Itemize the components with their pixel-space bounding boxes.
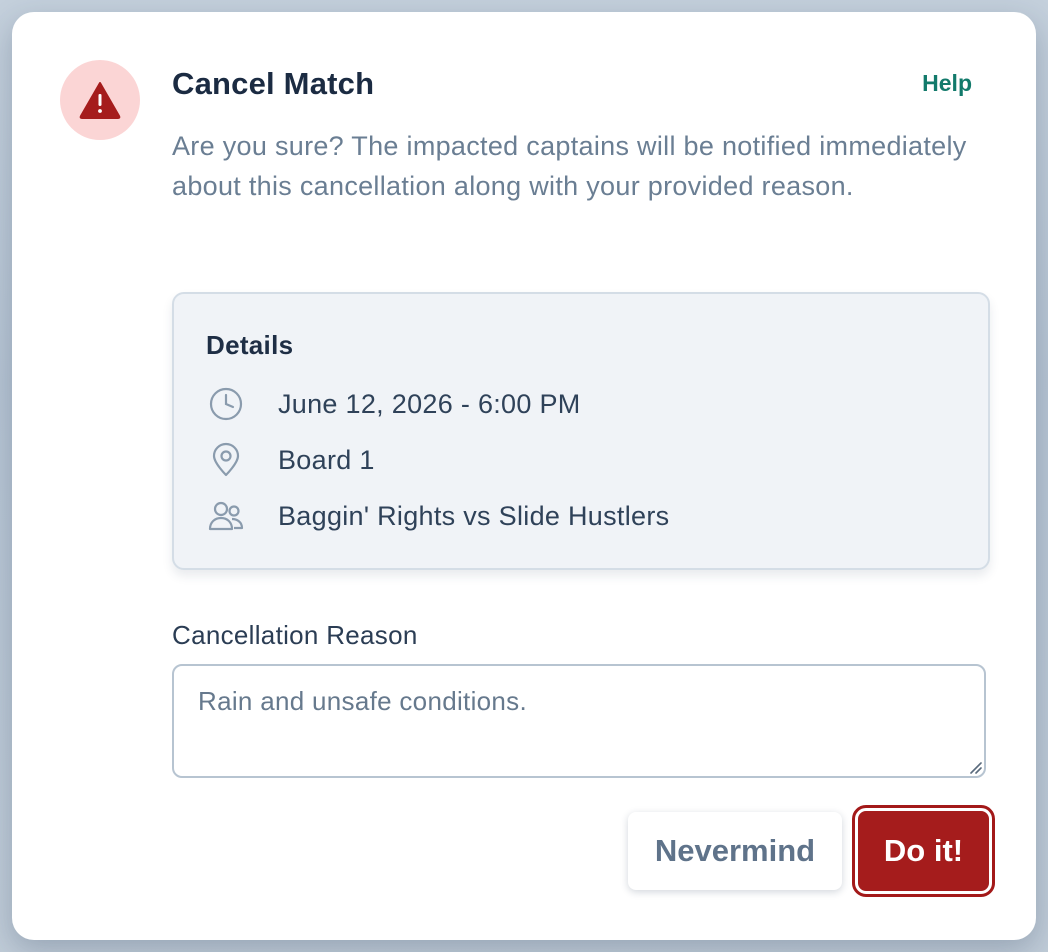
warning-triangle-icon — [79, 82, 121, 119]
nevermind-button[interactable]: Nevermind — [628, 812, 842, 890]
cancel-match-dialog: Cancel Match Help Are you sure? The impa… — [12, 12, 1036, 940]
detail-row-location: Board 1 — [206, 440, 374, 480]
detail-row-datetime: June 12, 2026 - 6:00 PM — [206, 384, 580, 424]
resize-handle-icon[interactable] — [968, 760, 982, 774]
detail-row-teams: Baggin' Rights vs Slide Hustlers — [206, 496, 669, 536]
dialog-title: Cancel Match — [172, 66, 375, 101]
details-card: Details June 12, 2026 - 6:00 PM Board 1 — [172, 292, 990, 570]
cancellation-reason-label: Cancellation Reason — [172, 620, 418, 650]
confirm-cancel-button[interactable]: Do it! — [858, 811, 989, 891]
help-link[interactable]: Help — [922, 70, 972, 97]
match-datetime: June 12, 2026 - 6:00 PM — [278, 388, 581, 419]
users-icon — [206, 496, 246, 536]
location-pin-icon — [206, 440, 246, 480]
warning-badge — [60, 60, 140, 140]
dialog-description: Are you sure? The impacted captains will… — [172, 131, 967, 201]
cancellation-reason-input[interactable]: Rain and unsafe conditions. — [172, 664, 986, 778]
details-heading: Details — [206, 330, 294, 360]
match-location: Board 1 — [278, 444, 375, 475]
clock-icon — [206, 384, 246, 424]
match-teams: Baggin' Rights vs Slide Hustlers — [278, 500, 670, 531]
